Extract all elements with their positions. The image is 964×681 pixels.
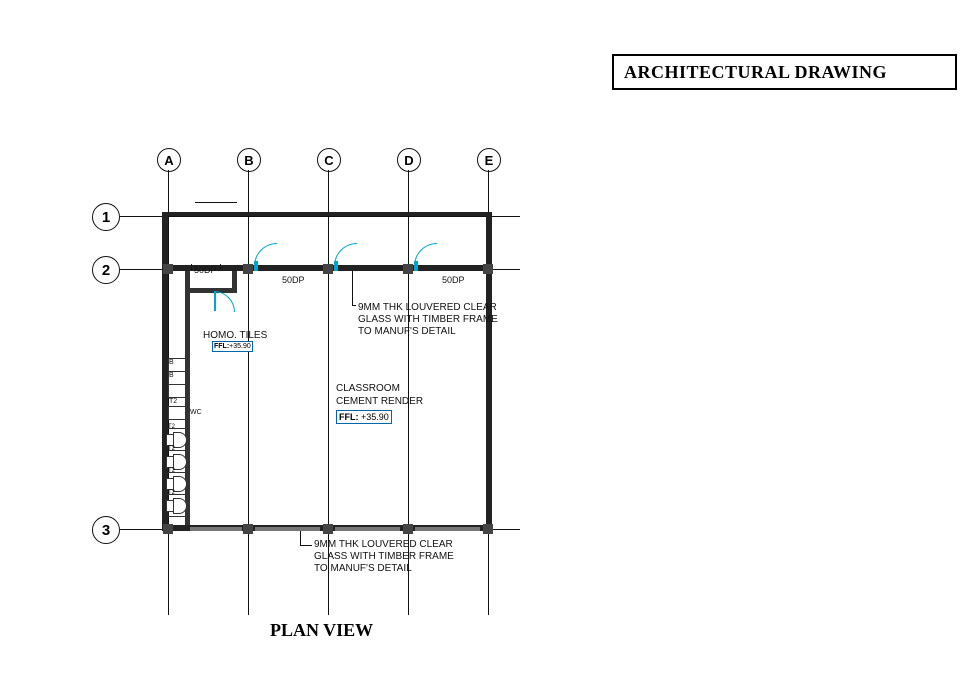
wall-corridor-bottom	[185, 288, 237, 293]
column-b2	[243, 264, 253, 274]
grid-bubble-col-b: B	[237, 148, 261, 172]
grid-bubble-col-c: C	[317, 148, 341, 172]
window-sill-b3-2	[255, 527, 320, 531]
wc-stall-tag-3: T2	[169, 398, 177, 405]
toilet-fixture-4	[166, 498, 186, 512]
note-louvre-bot-1: 9MM THK LOUVERED CLEAR	[314, 539, 453, 551]
door-arc-2	[334, 243, 357, 266]
stub-line	[195, 202, 237, 203]
leader-louvre-bot-v	[300, 531, 301, 545]
grid-bubble-col-d: D	[397, 148, 421, 172]
grid-bubble-col-e: E	[477, 148, 501, 172]
toilet-tag-1: T2	[168, 424, 175, 430]
dim-50dp-1: 50DP	[194, 265, 217, 275]
column-c2	[323, 264, 333, 274]
dim-tick-1a	[191, 264, 192, 270]
drawing-title-box: ARCHITECTURAL DRAWING	[612, 54, 957, 90]
corridor-door-arc	[214, 291, 235, 312]
classroom-finish: CEMENT RENDER	[336, 396, 423, 408]
drawing-title: ARCHITECTURAL DRAWING	[624, 62, 887, 83]
column-e2	[483, 264, 493, 274]
note-louvre-top-1: 9MM THK LOUVERED CLEAR	[358, 302, 497, 314]
wc-stall-tag-1: B	[169, 359, 174, 366]
classroom-ffl: FFL: +35.90	[336, 410, 392, 424]
leader-louvre-top-h	[352, 305, 356, 306]
wc-label: WC	[190, 409, 202, 416]
note-louvre-bot-3: TO MANUF'S DETAIL	[314, 563, 412, 575]
column-e3	[483, 524, 493, 534]
wc-partition-5	[168, 516, 185, 517]
note-louvre-top-2: GLASS WITH TIMBER FRAME	[358, 314, 498, 326]
column-d3	[403, 524, 413, 534]
wc-partition-3	[168, 472, 185, 473]
column-a2	[163, 264, 173, 274]
plan-drawing: A B C D E 1 2 3	[90, 140, 520, 600]
window-sill-b3-3	[335, 527, 400, 531]
wc-cubicle-3	[168, 384, 186, 398]
leader-louvre-top-v	[352, 271, 353, 305]
note-louvre-bot-2: GLASS WITH TIMBER FRAME	[314, 551, 454, 563]
dim-50dp-2: 50DP	[282, 275, 305, 285]
window-sill-b3-4	[415, 527, 480, 531]
grid-bubble-row-1: 1	[92, 203, 120, 231]
grid-bubble-col-a: A	[157, 148, 181, 172]
dim-tick-1b	[220, 264, 221, 270]
door-arc-3	[414, 243, 437, 266]
toilet-fixture-1	[166, 432, 186, 446]
toilet-fixture-3	[166, 476, 186, 490]
wc-partition-4	[168, 494, 185, 495]
leader-louvre-bot-h	[300, 545, 312, 546]
classroom-name: CLASSROOM	[336, 383, 400, 395]
wall-right	[486, 212, 492, 531]
column-a3	[163, 524, 173, 534]
gridline-row-1	[120, 216, 520, 217]
toilet-tag-4: T2	[168, 490, 175, 496]
column-d2	[403, 264, 413, 274]
column-c3	[323, 524, 333, 534]
grid-bubble-row-2: 2	[92, 256, 120, 284]
wc-cubicle-4	[168, 406, 186, 420]
toilet-tag-3: T2	[168, 468, 175, 474]
wall-corridor-stub	[232, 271, 237, 293]
toilet-fixture-2	[166, 454, 186, 468]
door-arc-1	[254, 243, 277, 266]
toilet-tag-2: T2	[168, 446, 175, 452]
corridor-ffl: FFL:+35.90	[212, 341, 253, 352]
gridline-col-b	[248, 170, 249, 615]
grid-bubble-row-3: 3	[92, 516, 120, 544]
note-louvre-top-3: TO MANUF'S DETAIL	[358, 326, 456, 338]
wc-partition-1	[168, 428, 185, 429]
wall-top	[162, 212, 492, 216]
column-b3	[243, 524, 253, 534]
wc-stall-tag-2: B	[169, 372, 174, 379]
dim-50dp-3: 50DP	[442, 275, 465, 285]
window-sill-b3-1	[190, 527, 242, 531]
wc-partition-2	[168, 450, 185, 451]
plan-view-label: PLAN VIEW	[270, 620, 373, 641]
